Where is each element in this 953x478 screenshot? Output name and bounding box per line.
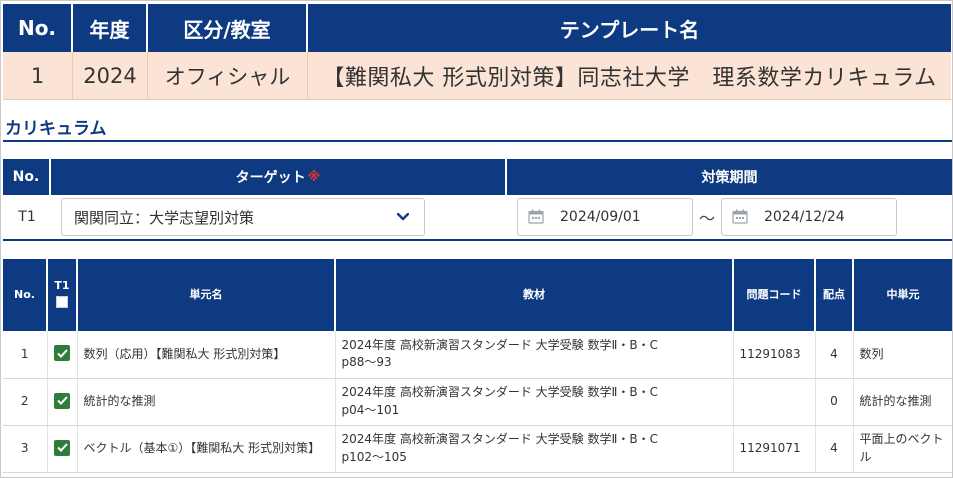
curriculum-header-period: 対策期間 bbox=[701, 170, 758, 186]
row-material-pages: p102〜105 bbox=[341, 449, 407, 464]
row-problem-code: 11291083 bbox=[733, 331, 816, 379]
row-points: 4 bbox=[815, 425, 854, 473]
template-header-no: No. bbox=[3, 4, 73, 52]
target-header-label: ターゲット bbox=[235, 170, 306, 186]
row-points: 0 bbox=[815, 378, 854, 426]
row-t1-cell bbox=[47, 331, 78, 379]
template-year: 2024 bbox=[73, 52, 148, 99]
row-no: 1 bbox=[3, 331, 48, 379]
check-icon bbox=[56, 349, 68, 358]
row-material: 2024年度 高校新演習スタンダード 大学受験 数学Ⅱ・B・C p04〜101 bbox=[335, 378, 734, 426]
units-table: No. T1 単元名 教材 問題コード 配点 中単元 1 数列（応用）【難関私大… bbox=[3, 259, 952, 473]
row-material-title: 2024年度 高校新演習スタンダード 大学受験 数学Ⅱ・B・C bbox=[341, 385, 659, 400]
target-select-value: 関関同立：大学志望別対策 bbox=[74, 208, 255, 227]
row-checkbox[interactable] bbox=[54, 392, 70, 409]
row-material: 2024年度 高校新演習スタンダード 大学受験 数学Ⅱ・B・C p102〜105 bbox=[335, 425, 734, 473]
row-middle-unit: 平面上のベクトル bbox=[853, 425, 952, 473]
curriculum-target-table: No. ターゲット ※ 対策期間 T1 関関同立：大学志望別対策 2024/09… bbox=[3, 159, 952, 241]
curriculum-header-target: ターゲット ※ bbox=[51, 159, 507, 195]
curriculum-header-no: No. bbox=[3, 159, 51, 195]
end-date-input[interactable]: 2024/12/24 bbox=[721, 198, 897, 236]
template-header-row: No. 年度 区分/教室 テンプレート名 bbox=[3, 4, 951, 52]
t1-header-label: T1 bbox=[54, 278, 70, 292]
units-header-points: 配点 bbox=[815, 259, 854, 331]
curriculum-header-row: No. ターゲット ※ 対策期間 bbox=[3, 159, 952, 195]
section-divider bbox=[3, 140, 952, 142]
row-no: 2 bbox=[3, 378, 48, 426]
table-row: 1 数列（応用）【難関私大 形式別対策】 2024年度 高校新演習スタンダード … bbox=[3, 331, 952, 379]
template-category: オフィシャル bbox=[148, 52, 308, 99]
template-header-category: 区分/教室 bbox=[148, 4, 308, 52]
row-middle-unit: 統計的な推測 bbox=[853, 378, 952, 426]
units-header-t1: T1 bbox=[47, 259, 78, 331]
row-material-pages: p04〜101 bbox=[341, 402, 400, 417]
template-row: 1 2024 オフィシャル 【難関私大 形式別対策】同志社大学 理系数学カリキュ… bbox=[3, 52, 951, 100]
row-unit-name: 統計的な推測 bbox=[77, 378, 336, 426]
template-header-year: 年度 bbox=[73, 4, 148, 52]
units-header-middle-unit: 中単元 bbox=[853, 259, 952, 331]
row-points: 4 bbox=[815, 331, 854, 379]
units-header-material: 教材 bbox=[335, 259, 734, 331]
table-row: 2 統計的な推測 2024年度 高校新演習スタンダード 大学受験 数学Ⅱ・B・C… bbox=[3, 378, 952, 426]
target-cell: 関関同立：大学志望別対策 bbox=[51, 198, 507, 236]
row-material-title: 2024年度 高校新演習スタンダード 大学受験 数学Ⅱ・B・C bbox=[341, 337, 659, 352]
row-problem-code: 11291071 bbox=[733, 425, 816, 473]
section-title: カリキュラム bbox=[5, 119, 107, 139]
calendar-icon bbox=[528, 209, 546, 225]
start-date-value: 2024/09/01 bbox=[560, 209, 641, 225]
check-icon bbox=[56, 443, 68, 452]
table-row: 3 ベクトル（基本①）【難関私大 形式別対策】 2024年度 高校新演習スタンダ… bbox=[3, 425, 952, 473]
units-header-unit-name: 単元名 bbox=[77, 259, 336, 331]
row-t1-cell bbox=[47, 378, 78, 426]
row-material-title: 2024年度 高校新演習スタンダード 大学受験 数学Ⅱ・B・C bbox=[341, 432, 659, 447]
row-middle-unit: 数列 bbox=[853, 331, 952, 379]
curriculum-row: T1 関関同立：大学志望別対策 2024/09/01 〜 2024/12/24 bbox=[3, 195, 952, 241]
required-mark: ※ bbox=[307, 169, 321, 185]
chevron-down-icon bbox=[396, 210, 410, 224]
row-t1-cell bbox=[47, 425, 78, 473]
template-name: 【難関私大 形式別対策】同志社大学 理系数学カリキュラム bbox=[322, 65, 937, 91]
start-date-input[interactable]: 2024/09/01 bbox=[517, 198, 693, 236]
curriculum-row-no: T1 bbox=[18, 209, 36, 225]
units-header-no: No. bbox=[3, 259, 48, 331]
period-range: 2024/09/01 〜 2024/12/24 bbox=[517, 198, 952, 236]
units-header-problem-code: 問題コード bbox=[733, 259, 816, 331]
calendar-icon bbox=[732, 209, 750, 225]
row-checkbox[interactable] bbox=[54, 345, 70, 362]
period-cell: 2024/09/01 〜 2024/12/24 bbox=[507, 198, 952, 236]
row-problem-code bbox=[733, 378, 816, 426]
row-material-pages: p88〜93 bbox=[341, 355, 392, 370]
row-unit-name: ベクトル（基本①）【難関私大 形式別対策】 bbox=[77, 425, 336, 473]
template-header-name: テンプレート名 bbox=[559, 17, 700, 42]
units-header-row: No. T1 単元名 教材 問題コード 配点 中単元 bbox=[3, 259, 952, 331]
t1-select-all-checkbox[interactable] bbox=[56, 296, 68, 308]
end-date-value: 2024/12/24 bbox=[764, 209, 845, 225]
screenshot-frame: No. 年度 区分/教室 テンプレート名 1 2024 オフィシャル 【難関私大… bbox=[0, 0, 953, 478]
date-range-separator: 〜 bbox=[698, 209, 715, 228]
template-no: 1 bbox=[3, 52, 73, 99]
row-material: 2024年度 高校新演習スタンダード 大学受験 数学Ⅱ・B・C p88〜93 bbox=[335, 331, 734, 379]
row-no: 3 bbox=[3, 425, 48, 473]
row-checkbox[interactable] bbox=[54, 439, 70, 456]
check-icon bbox=[56, 396, 68, 405]
row-unit-name: 数列（応用）【難関私大 形式別対策】 bbox=[77, 331, 336, 379]
template-table: No. 年度 区分/教室 テンプレート名 1 2024 オフィシャル 【難関私大… bbox=[3, 4, 951, 100]
target-select[interactable]: 関関同立：大学志望別対策 bbox=[61, 198, 425, 236]
